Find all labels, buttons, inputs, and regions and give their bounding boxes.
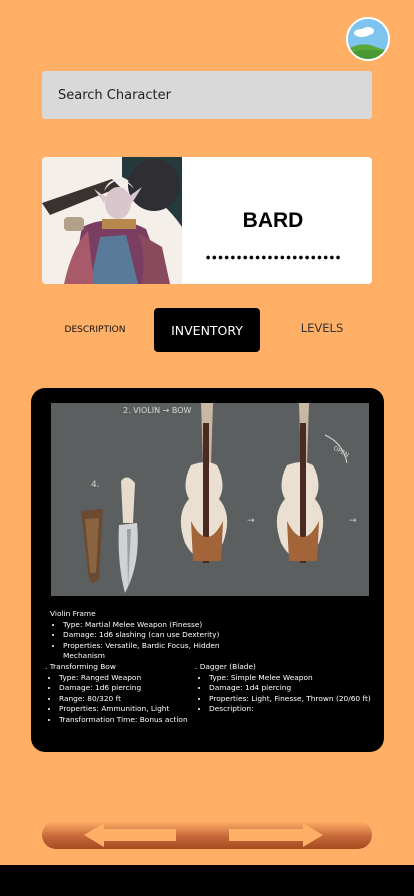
search-bar[interactable]: [42, 71, 372, 119]
violin-frame-title: Violin Frame: [50, 609, 96, 618]
prev-button[interactable]: [84, 821, 180, 849]
search-input[interactable]: [56, 86, 358, 104]
violin-frame-prop: Properties: Versatile, Bardic Focus, Hid…: [63, 641, 249, 662]
bow-prop: Type: Ranged Weapon: [59, 673, 195, 684]
dagger-title: . Dagger (Blade): [195, 662, 256, 671]
bottom-black-strip: [0, 865, 414, 896]
dotted-divider: [205, 255, 341, 260]
tab-description[interactable]: DESCRIPTION: [56, 320, 134, 340]
inventory-panel: 2. VIOLIN → BOW 4. OPEN → → Violin Frame…: [31, 388, 384, 752]
arrow-right-icon: [229, 823, 323, 847]
dagger-prop: Description:: [209, 704, 381, 715]
svg-text:→: →: [247, 516, 255, 526]
transforming-bow-section: . Transforming Bow Type: Ranged Weapon D…: [45, 662, 195, 725]
arrow-left-icon: [84, 823, 176, 847]
next-button[interactable]: [227, 821, 323, 849]
profile-avatar[interactable]: [346, 17, 390, 61]
violin-frame-prop: Type: Martial Melee Weapon (Finesse): [63, 620, 249, 631]
bow-prop: Transformation Time: Bonus action: [59, 715, 195, 726]
bow-prop: Damage: 1d6 piercing: [59, 683, 195, 694]
bow-prop: Properties: Ammunition, Light: [59, 704, 195, 715]
bard-portrait-image: [42, 157, 182, 284]
dagger-prop: Properties: Light, Finesse, Thrown (20/6…: [209, 694, 381, 705]
dagger-section: . Dagger (Blade) Type: Simple Melee Weap…: [195, 662, 381, 715]
landscape-icon: [348, 19, 388, 59]
svg-text:→: →: [349, 516, 357, 526]
tab-levels[interactable]: LEVELS: [290, 318, 354, 338]
concept-step-label: 4.: [91, 480, 100, 490]
concept-title: 2. VIOLIN → BOW: [123, 406, 192, 415]
transforming-bow-title: . Transforming Bow: [45, 662, 116, 671]
dagger-prop: Type: Simple Melee Weapon: [209, 673, 381, 684]
tab-inventory[interactable]: INVENTORY: [154, 308, 260, 352]
bow-prop: Range: 80/320 ft: [59, 694, 195, 705]
violin-frame-section: Violin Frame Type: Martial Melee Weapon …: [49, 609, 249, 662]
character-card: BARD: [42, 157, 372, 284]
character-class-name: BARD: [242, 209, 304, 232]
dagger-prop: Damage: 1d4 piercing: [209, 683, 381, 694]
violin-frame-prop: Damage: 1d6 slashing (can use Dexterity): [63, 630, 249, 641]
bottom-nav-bar: [42, 821, 372, 849]
tab-bar: DESCRIPTION INVENTORY LEVELS: [0, 305, 414, 355]
weapon-concept-image: 2. VIOLIN → BOW 4. OPEN → →: [51, 403, 369, 596]
